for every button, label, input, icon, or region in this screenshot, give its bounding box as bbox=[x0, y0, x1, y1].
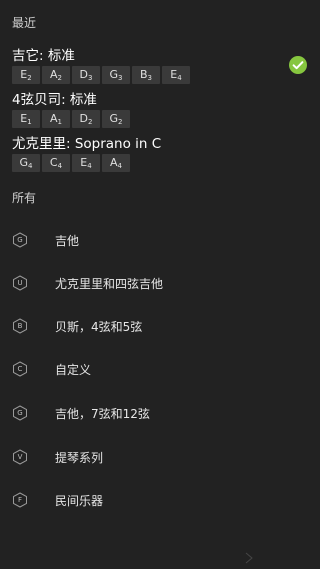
note-chip: A1 bbox=[42, 110, 70, 128]
note-chip: C4 bbox=[42, 154, 70, 172]
tuning-picker-screen: 最近 吉它: 标准 E2 A2 D3 G3 B3 E4 4弦贝司: 标准 E1 … bbox=[0, 0, 320, 569]
tuning-title: 吉它: 标准 bbox=[12, 48, 75, 64]
hexagon-icon: F bbox=[12, 492, 28, 508]
hexagon-icon: B bbox=[12, 318, 28, 334]
watermark-icon bbox=[244, 549, 254, 564]
category-label: 贝斯，4弦和5弦 bbox=[55, 319, 143, 334]
recent-tuning-ukulele-soprano[interactable]: 尤克里里: Soprano in C G4 C4 E4 A4 bbox=[12, 136, 161, 172]
all-header: 所有 bbox=[12, 191, 37, 205]
category-label: 提琴系列 bbox=[55, 450, 104, 465]
note-chip: B3 bbox=[132, 66, 160, 84]
note-chips: G4 C4 E4 A4 bbox=[12, 154, 161, 172]
category-label: 自定义 bbox=[55, 362, 92, 377]
category-custom[interactable]: C 自定义 bbox=[0, 358, 320, 380]
recent-tuning-guitar-standard[interactable]: 吉它: 标准 E2 A2 D3 G3 B3 E4 bbox=[12, 48, 190, 84]
note-chip: D2 bbox=[72, 110, 100, 128]
note-chips: E2 A2 D3 G3 B3 E4 bbox=[12, 66, 190, 84]
note-chip: E2 bbox=[12, 66, 40, 84]
hexagon-icon: G bbox=[12, 405, 28, 421]
category-label: 吉他 bbox=[55, 233, 80, 248]
note-chip: A2 bbox=[42, 66, 70, 84]
note-chip: E4 bbox=[162, 66, 190, 84]
selected-check-icon bbox=[289, 56, 307, 74]
note-chip: E1 bbox=[12, 110, 40, 128]
note-chip: D3 bbox=[72, 66, 100, 84]
hexagon-icon: V bbox=[12, 449, 28, 465]
note-chip: G4 bbox=[12, 154, 40, 172]
note-chip: E4 bbox=[72, 154, 100, 172]
note-chips: E1 A1 D2 G2 bbox=[12, 110, 130, 128]
category-ukulele[interactable]: U 尤克里里和四弦吉他 bbox=[0, 272, 320, 294]
category-bass[interactable]: B 贝斯，4弦和5弦 bbox=[0, 315, 320, 337]
note-chip: A4 bbox=[102, 154, 130, 172]
category-guitar[interactable]: G 吉他 bbox=[0, 229, 320, 251]
tuning-title: 4弦贝司: 标准 bbox=[12, 92, 97, 108]
category-folk-instruments[interactable]: F 民间乐器 bbox=[0, 489, 320, 511]
note-chip: G2 bbox=[102, 110, 130, 128]
category-label: 民间乐器 bbox=[55, 493, 104, 508]
category-guitar-7-12[interactable]: G 吉他，7弦和12弦 bbox=[0, 402, 320, 424]
note-chip: G3 bbox=[102, 66, 130, 84]
hexagon-icon: G bbox=[12, 232, 28, 248]
recent-tuning-bass-standard[interactable]: 4弦贝司: 标准 E1 A1 D2 G2 bbox=[12, 92, 130, 128]
hexagon-icon: U bbox=[12, 275, 28, 291]
category-violin-family[interactable]: V 提琴系列 bbox=[0, 446, 320, 468]
tuning-title: 尤克里里: Soprano in C bbox=[12, 136, 162, 152]
category-label: 吉他，7弦和12弦 bbox=[55, 406, 150, 421]
category-label: 尤克里里和四弦吉他 bbox=[55, 276, 164, 291]
hexagon-icon: C bbox=[12, 361, 28, 377]
recent-header: 最近 bbox=[12, 16, 37, 30]
